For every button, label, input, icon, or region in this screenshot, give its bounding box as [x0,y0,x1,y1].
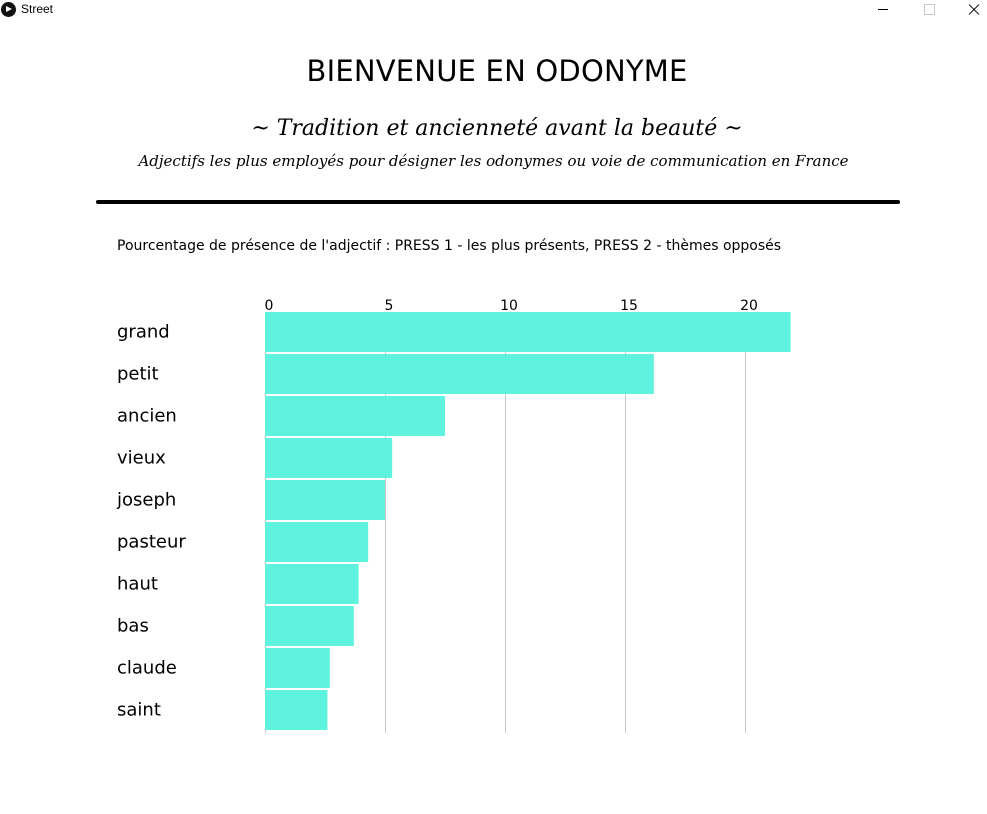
category-label-pasteur: pasteur [117,532,186,553]
bar-chart: grand petit ancien vieux joseph pasteur haut ba… [116,298,791,733]
x-tick-label-10: 10 [500,298,518,314]
category-label-claude: claude [117,658,177,679]
bar-saint [265,690,328,730]
bar-ancien [265,396,445,436]
bar-bas [265,606,354,646]
bar-petit [265,354,654,394]
bar-joseph [265,480,385,520]
bar-vieux [265,438,393,478]
category-label-vieux: vieux [117,448,166,469]
category-label-petit: petit [117,364,159,385]
x-tick-label-0: 0 [265,298,274,314]
category-label-joseph: joseph [116,490,176,511]
x-tick-label-20: 20 [740,298,758,314]
bar-pasteur [265,522,369,562]
bar-haut [265,564,359,604]
category-label-grand: grand [117,322,170,343]
bar-grand [265,312,791,352]
x-tick-label-15: 15 [620,298,638,314]
category-label-haut: haut [117,574,158,595]
category-label-bas: bas [117,616,149,637]
category-label-saint: saint [117,700,161,721]
x-tick-label-5: 5 [385,298,394,314]
category-label-ancien: ancien [117,406,177,427]
bar-claude [265,648,330,688]
